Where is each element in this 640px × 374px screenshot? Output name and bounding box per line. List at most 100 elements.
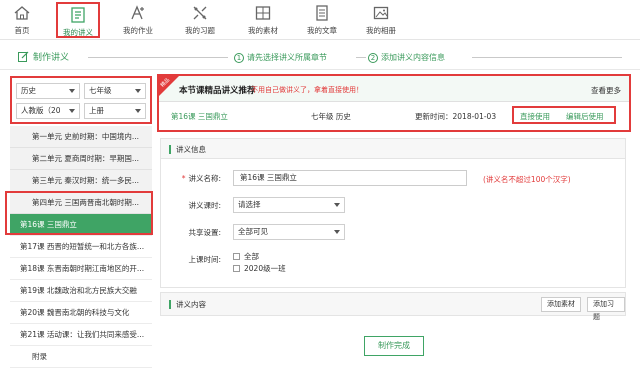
checkbox-icon — [233, 253, 240, 260]
steps-bar: 制作讲义 1 请先选择讲义所属章节 2 添加讲义内容信息 — [0, 44, 640, 70]
lecture-hours-select[interactable]: 请选择 — [233, 197, 345, 213]
volume-value: 上册 — [89, 106, 104, 115]
recommendation-panel: 精品 本节课精品讲义推荐 不用自己做讲义了，拿着直接使用！ 查看更多 第16课 … — [157, 74, 631, 132]
appendix-item[interactable]: 附录 — [10, 346, 152, 368]
materials-icon — [255, 6, 271, 20]
view-more-link[interactable]: 查看更多 — [591, 85, 621, 96]
subject-value: 历史 — [21, 86, 36, 95]
nav-home-label: 首页 — [14, 26, 30, 35]
chevron-down-icon — [69, 109, 75, 113]
album-icon — [373, 6, 389, 20]
step-1-label: 请先选择讲义所属章节 — [247, 53, 327, 62]
make-lecture-title: 制作讲义 — [18, 50, 69, 63]
subject-select[interactable]: 历史 — [16, 83, 80, 99]
articles-icon — [316, 5, 328, 21]
lecture-notes-icon — [71, 7, 85, 23]
nav-my-album-label: 我的相册 — [366, 26, 396, 35]
step-divider — [356, 57, 366, 58]
lesson-item[interactable]: 第17课 西晋的短暂统一和北方各族... — [10, 236, 152, 258]
step-1-number: 1 — [234, 53, 244, 63]
grade-value: 七年级 — [89, 86, 112, 95]
step-2-number: 2 — [368, 53, 378, 63]
class-2020-label: 2020级一班 — [244, 264, 286, 273]
recommended-update-time: 更新时间：2018-01-03 — [415, 111, 496, 122]
class-2020-checkbox[interactable]: 2020级一班 — [233, 263, 286, 274]
lecture-info-title: 讲义信息 — [176, 145, 206, 154]
recommendation-header: 精品 本节课精品讲义推荐 不用自己做讲义了，拿着直接使用！ 查看更多 — [159, 76, 629, 102]
lecture-name-input[interactable]: 第16课 三国鼎立 — [233, 170, 467, 186]
nav-my-materials-label: 我的素材 — [248, 26, 278, 35]
finish-button[interactable]: 制作完成 — [364, 336, 424, 356]
step-1: 1 请先选择讲义所属章节 — [234, 52, 327, 63]
lecture-name-label: * 讲义名称: — [161, 173, 221, 184]
lesson-item[interactable]: 第20课 魏晋南北朝的科技与文化 — [10, 302, 152, 324]
edition-select[interactable]: 人教版（20 — [16, 103, 80, 119]
edit-icon — [18, 51, 29, 62]
chevron-down-icon — [135, 89, 141, 93]
lecture-name-label-text: 讲义名称: — [188, 174, 221, 183]
update-time-label: 更新时间： — [415, 112, 453, 121]
chevron-down-icon — [135, 109, 141, 113]
edit-then-use-link[interactable]: 编辑后使用 — [566, 111, 604, 122]
nav-my-materials[interactable]: 我的素材 — [241, 2, 285, 38]
lesson-item[interactable]: 第21课 活动课：让我们共同来感受... — [10, 324, 152, 346]
step-2: 2 添加讲义内容信息 — [368, 52, 445, 63]
required-asterisk: * — [181, 174, 186, 183]
nav-my-album[interactable]: 我的相册 — [359, 2, 403, 38]
checkbox-icon — [233, 265, 240, 272]
nav-my-exercises-label: 我的习题 — [185, 26, 215, 35]
home-icon — [14, 6, 30, 20]
nav-my-exercises[interactable]: 我的习题 — [178, 2, 222, 38]
lesson-item[interactable]: 第18课 东晋南朝时期江南地区的开... — [10, 258, 152, 280]
section-marker — [169, 145, 171, 154]
share-setting-select[interactable]: 全部可见 — [233, 224, 345, 240]
lecture-info-header: 讲义信息 — [161, 139, 625, 159]
step-divider — [88, 57, 228, 58]
nav-my-articles-label: 我的文章 — [307, 26, 337, 35]
nav-my-homework-label: 我的作业 — [123, 26, 153, 35]
unit-item[interactable]: 第三单元 秦汉时期：统一多民... — [10, 170, 152, 192]
filter-highlight: 历史 七年级 人教版（20 上册 — [10, 76, 152, 124]
recommendation-row: 第16课 三国鼎立 七年级 历史 更新时间：2018-01-03 直接使用 编辑… — [159, 102, 629, 130]
share-setting-value: 全部可见 — [238, 227, 268, 236]
volume-select[interactable]: 上册 — [84, 103, 146, 119]
nav-my-articles[interactable]: 我的文章 — [300, 2, 344, 38]
unit-item[interactable]: 第二单元 夏商周时期：早期国... — [10, 148, 152, 170]
direct-use-link[interactable]: 直接使用 — [520, 111, 550, 122]
share-setting-label: 共享设置: — [188, 228, 221, 237]
use-actions-highlight: 直接使用 编辑后使用 — [512, 106, 616, 124]
grade-select[interactable]: 七年级 — [84, 83, 146, 99]
make-lecture-label: 制作讲义 — [33, 53, 70, 63]
recommendation-title: 本节课精品讲义推荐 — [179, 86, 256, 96]
selection-highlight — [5, 191, 153, 235]
lecture-info-panel: 讲义信息 * 讲义名称: 第16课 三国鼎立 (讲义名不超过100个汉字) 讲义课… — [160, 138, 626, 288]
nav-my-lectures-label: 我的讲义 — [63, 28, 93, 37]
chevron-down-icon — [334, 230, 340, 234]
recommended-lecture-title[interactable]: 第16课 三国鼎立 — [171, 111, 228, 122]
lecture-content-panel: 讲义内容 添加素材 添加习题 — [160, 292, 626, 321]
chapter-tree: 第一单元 史前时期：中国境内... 第二单元 夏商周时期：早期国... 第三单元… — [10, 126, 152, 368]
recommended-grade-subject: 七年级 历史 — [311, 112, 351, 121]
unit-item[interactable]: 第一单元 史前时期：中国境内... — [10, 126, 152, 148]
class-all-checkbox[interactable]: 全部 — [233, 251, 259, 262]
nav-home[interactable]: 首页 — [0, 2, 44, 38]
class-time-label: 上课时间: — [188, 255, 221, 264]
recommendation-note: 不用自己做讲义了，拿着直接使用！ — [251, 86, 363, 94]
nav-my-lectures[interactable]: 我的讲义 — [56, 2, 100, 38]
add-material-button[interactable]: 添加素材 — [541, 297, 581, 312]
exercises-icon — [193, 6, 207, 20]
class-all-label: 全部 — [244, 252, 259, 261]
chevron-down-icon — [69, 89, 75, 93]
chevron-down-icon — [334, 203, 340, 207]
homework-icon — [131, 5, 144, 20]
lecture-hours-label: 讲义课时: — [188, 201, 221, 210]
top-nav: 首页 我的讲义 我的作业 我的习题 我的素材 我的文章 我的相册 — [0, 0, 640, 40]
nav-my-homework[interactable]: 我的作业 — [116, 2, 160, 38]
lecture-name-hint: (讲义名不超过100个汉字) — [483, 175, 571, 184]
step-divider — [472, 57, 622, 58]
update-time-value: 2018-01-03 — [452, 112, 497, 121]
lesson-item[interactable]: 第19课 北魏政治和北方民族大交融 — [10, 280, 152, 302]
lecture-content-title: 讲义内容 — [176, 300, 206, 309]
section-marker — [169, 300, 171, 309]
add-exercise-button[interactable]: 添加习题 — [587, 297, 625, 321]
